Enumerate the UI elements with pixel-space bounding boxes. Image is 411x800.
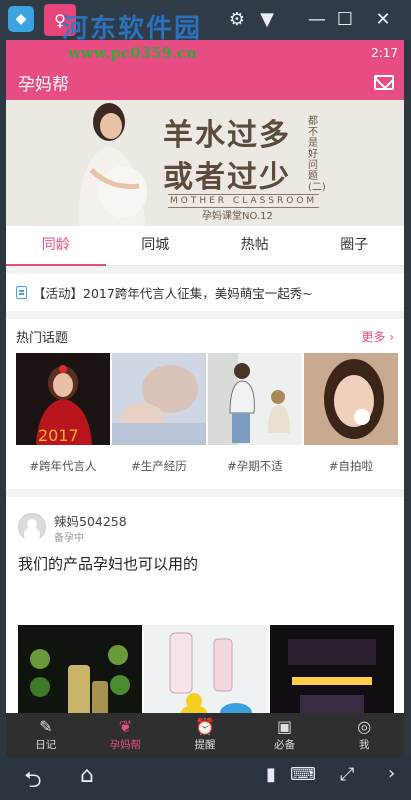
topic-card[interactable]: #生产经历 — [112, 353, 206, 474]
emulator-window: { "watermark": {"text": "河东软件园", "url": … — [0, 0, 411, 800]
banner-english: MOTHER CLASSROOM — [168, 194, 320, 208]
back-icon[interactable]: ⮌ — [24, 763, 42, 800]
keyboard-icon[interactable]: ⌨ — [290, 764, 316, 785]
emulator-toolbar: ◆ ♀ 河东软件园 ⚙ ▼ — ☐ ✕ — [0, 0, 411, 44]
notice-icon — [16, 286, 27, 299]
avatar[interactable] — [18, 513, 46, 541]
pencil-icon: ✎ — [39, 717, 53, 736]
status-bar: 2:17 — [6, 40, 404, 64]
emulator-app-icon[interactable]: ◆ — [8, 6, 34, 32]
settings-icon[interactable]: ⚙ — [226, 9, 248, 31]
topic-label: #孕期不适 — [227, 459, 283, 473]
announcement-bar[interactable]: 【活动】2017跨年代言人征集，美妈萌宝一起秀~ — [6, 274, 404, 311]
topic-image — [304, 353, 398, 445]
banner-headline-1: 羊水过多 — [163, 118, 291, 153]
bottom-navigation: ✎ 日记 ❦ 孕妈帮 ⏰ 提醒 ▣ 必备 ◎ 我 — [6, 713, 404, 757]
topic-card[interactable]: #自拍啦 — [304, 353, 398, 474]
topic-card[interactable]: 2017 #跨年代言人 — [16, 353, 110, 474]
app-header: 孕妈帮 — [6, 64, 404, 100]
topic-label: #自拍啦 — [328, 459, 374, 473]
tab-peer[interactable]: 同龄 — [6, 226, 106, 266]
hot-topics-section: 热门话题 更多 › 2017 #跨年代言人 #生产经历 #孕期不适 #自拍啦 — [6, 319, 404, 489]
nav-label: 提醒 — [194, 739, 216, 751]
chevron-right-icon[interactable]: › — [388, 763, 395, 784]
close-icon[interactable]: ✕ — [372, 9, 394, 31]
topic-label: #生产经历 — [131, 459, 187, 473]
nav-label: 我 — [358, 739, 370, 751]
nav-label: 必备 — [274, 739, 296, 751]
tab-bar: 同龄 同城 热帖 圈子 — [6, 226, 404, 266]
chat-icon: ❦ — [118, 717, 133, 736]
nav-essentials[interactable]: ▣ 必备 — [245, 713, 325, 757]
fullscreen-icon[interactable]: ⤢ — [340, 764, 354, 785]
user-icon: ◎ — [357, 717, 372, 736]
watermark-url: www.pc0359.cn — [68, 44, 198, 62]
announcement-text: 【活动】2017跨年代言人征集，美妈萌宝一起秀~ — [33, 286, 313, 301]
tab-circles[interactable]: 圈子 — [305, 226, 405, 265]
banner-side-text: 都不是好问题(二) — [308, 116, 326, 193]
more-link[interactable]: 更多 › — [361, 328, 394, 345]
post-text: 我们的产品孕妇也可以用的 — [18, 555, 199, 573]
topic-label: #跨年代言人 — [29, 459, 97, 473]
post-user-stage: 备孕中 — [54, 533, 84, 544]
phone-screen: 2:17 孕妈帮 羊水过多 或者过少 都不是好问题(二) MOTHER CLAS… — [6, 40, 404, 740]
nav-reminder[interactable]: ⏰ 提醒 — [165, 713, 245, 757]
topic-image — [208, 353, 302, 445]
status-time: 2:17 — [371, 46, 398, 60]
topic-image: 2017 — [16, 353, 110, 445]
nav-label: 日记 — [35, 739, 57, 751]
minimize-icon[interactable]: — — [306, 9, 328, 31]
post-username[interactable]: 辣妈504258 — [54, 511, 127, 530]
banner-headline-2: 或者过少 — [163, 160, 291, 195]
hot-topics-title: 热门话题 — [16, 330, 69, 346]
nav-diary[interactable]: ✎ 日记 — [6, 713, 86, 757]
post-card[interactable]: 辣妈504258 备孕中 我们的产品孕妇也可以用的 — [6, 497, 404, 729]
nav-me[interactable]: ◎ 我 — [324, 713, 404, 757]
topic-image-caption: 2017 — [38, 426, 79, 445]
nav-community[interactable]: ❦ 孕妈帮 — [86, 713, 166, 757]
briefcase-icon: ▣ — [277, 717, 293, 736]
android-nav-bar: ⮌ ⌂ ▮ ⌨ ⤢ › — [0, 757, 411, 800]
rotate-icon[interactable]: ▮ — [266, 764, 276, 785]
promo-banner[interactable]: 羊水过多 或者过少 都不是好问题(二) MOTHER CLASSROOM 孕妈课… — [6, 100, 404, 226]
nav-label: 孕妈帮 — [109, 739, 142, 751]
dropdown-icon[interactable]: ▼ — [256, 9, 278, 31]
banner-issue: 孕妈课堂NO.12 — [202, 211, 273, 222]
mail-icon[interactable] — [374, 74, 394, 90]
tab-hot-posts[interactable]: 热帖 — [205, 226, 305, 265]
page-title: 孕妈帮 — [18, 74, 69, 95]
pregnant-woman-image — [78, 103, 147, 226]
maximize-icon[interactable]: ☐ — [334, 9, 356, 31]
alarm-icon: ⏰ — [195, 717, 215, 736]
tab-same-city[interactable]: 同城 — [106, 226, 206, 265]
topic-image — [112, 353, 206, 445]
home-icon[interactable]: ⌂ — [80, 763, 94, 788]
topic-card[interactable]: #孕期不适 — [208, 353, 302, 474]
